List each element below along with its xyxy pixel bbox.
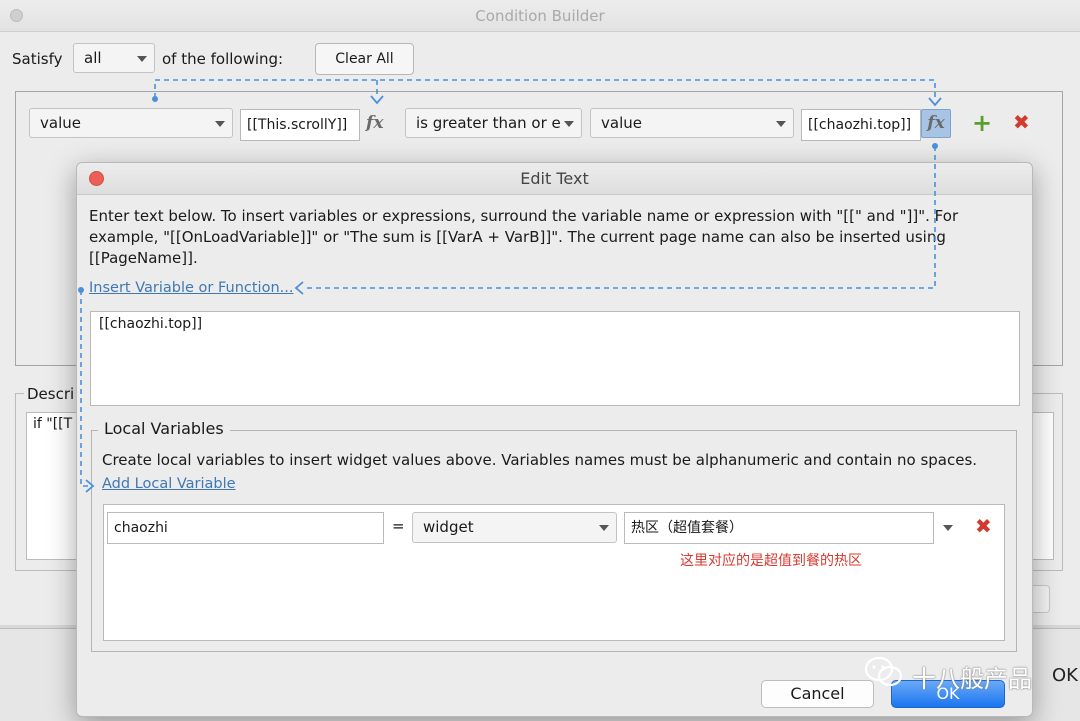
right-operand-input[interactable]: [[chaozhi.top]] [801, 109, 921, 141]
satisfy-label: Satisfy [12, 50, 63, 68]
local-variables-legend: Local Variables [98, 419, 230, 438]
chevron-down-icon [215, 121, 225, 127]
cancel-button[interactable]: Cancel [761, 680, 874, 708]
text-input-value: [[chaozhi.top]] [99, 316, 203, 332]
remove-local-variable-icon[interactable]: ✖ [975, 516, 992, 536]
satisfy-select[interactable]: all [73, 43, 155, 73]
operator-select[interactable]: is greater than or e [405, 108, 582, 138]
add-condition-icon[interactable]: + [972, 111, 992, 135]
right-operand-type-value: value [601, 114, 642, 132]
partial-ok-label: OK [1052, 665, 1078, 686]
local-variable-name-input[interactable]: chaozhi [107, 512, 384, 544]
remove-condition-icon[interactable]: ✖ [1013, 112, 1030, 132]
left-operand-input[interactable]: [[This.scrollY]] [240, 109, 360, 141]
insert-variable-link[interactable]: Insert Variable or Function... [89, 280, 293, 296]
add-local-variable-link[interactable]: Add Local Variable [102, 476, 236, 492]
of-following-label: of the following: [162, 50, 284, 68]
chevron-down-icon [599, 525, 609, 531]
chevron-down-icon [564, 121, 574, 127]
left-operand-type-select[interactable]: value [29, 108, 233, 138]
local-variable-type-select[interactable]: widget [412, 512, 617, 543]
edit-text-dialog: Edit Text Enter text below. To insert va… [76, 162, 1033, 717]
annotation-note: 这里对应的是超值到餐的热区 [680, 553, 862, 569]
clear-all-button[interactable]: Clear All [315, 43, 414, 75]
edit-text-titlebar: Edit Text [77, 163, 1032, 195]
left-fx-button[interactable]: fx [366, 113, 383, 133]
window-title: Condition Builder [475, 7, 605, 25]
right-operand-type-select[interactable]: value [590, 108, 794, 138]
chevron-down-icon [137, 56, 147, 62]
right-fx-button[interactable]: fx [921, 109, 951, 138]
local-variable-type-value: widget [423, 518, 474, 536]
local-variable-target-input[interactable]: 热区（超值套餐） [624, 512, 934, 544]
target-dropdown-chevron-down-icon[interactable] [943, 525, 953, 531]
local-variables-description: Create local variables to insert widget … [102, 451, 978, 469]
text-input-area[interactable]: [[chaozhi.top]] [90, 311, 1020, 406]
satisfy-select-value: all [84, 49, 102, 67]
watermark-text: 十八般产品 [912, 665, 1032, 693]
chevron-down-icon [776, 121, 786, 127]
equals-sign: = [392, 517, 405, 535]
description-text: if "[[T [33, 416, 73, 432]
left-operand-type-value: value [40, 114, 81, 132]
wechat-logo-icon [864, 656, 903, 687]
condition-builder-titlebar: Condition Builder [0, 0, 1080, 32]
operator-value: is greater than or e [416, 114, 561, 132]
description-label: Descri [24, 385, 78, 403]
instructions-text: Enter text below. To insert variables or… [89, 207, 959, 267]
dialog-title: Edit Text [520, 169, 589, 188]
